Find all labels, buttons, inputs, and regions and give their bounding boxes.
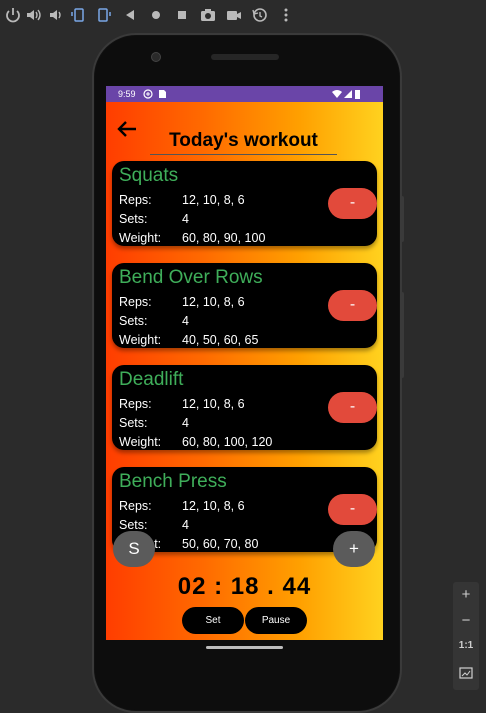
- reps-label: Reps:: [119, 295, 152, 309]
- exercise-card: Deadlift Reps: 12, 10, 8, 6 Sets: 4 Weight…: [112, 365, 377, 450]
- more-icon[interactable]: [277, 6, 295, 24]
- sd-card-icon: [157, 89, 167, 99]
- weight-value: 60, 80, 90, 100: [182, 231, 266, 245]
- video-icon[interactable]: [225, 6, 243, 24]
- s-fab-button[interactable]: S: [113, 531, 155, 567]
- reps-label: Reps:: [119, 499, 152, 513]
- weight-value: 60, 80, 100, 120: [182, 435, 273, 449]
- exercise-name: Bend Over Rows: [119, 267, 263, 288]
- back-icon[interactable]: [121, 6, 139, 24]
- sets-label: Sets:: [119, 416, 148, 430]
- sets-value: 4: [182, 416, 189, 430]
- volume-up-icon[interactable]: [25, 6, 43, 24]
- reps-row: Reps: 12, 10, 8, 6: [119, 397, 245, 411]
- zoom-out-button[interactable]: −: [453, 612, 479, 629]
- zoom-actual-size-button[interactable]: 1:1: [453, 640, 479, 651]
- status-time: 9:59: [118, 89, 136, 99]
- reps-label: Reps:: [119, 397, 152, 411]
- zoom-in-button[interactable]: +: [453, 586, 479, 603]
- sets-row: Sets: 4: [119, 518, 189, 532]
- phone-side-button: [400, 292, 404, 378]
- front-camera: [151, 52, 161, 62]
- gesture-nav-bar[interactable]: [206, 646, 283, 649]
- weight-label: Weight:: [119, 333, 162, 347]
- weight-label: Weight:: [119, 435, 162, 449]
- app-bar: Today's workout: [106, 102, 383, 155]
- home-icon[interactable]: [147, 6, 165, 24]
- signal-icon: [343, 89, 353, 99]
- power-icon[interactable]: [4, 6, 22, 24]
- app-notification-icon: [143, 89, 153, 99]
- arrow-back-icon[interactable]: [116, 118, 138, 140]
- workout-timer: 02 : 18 . 44: [177, 573, 312, 600]
- remove-exercise-button[interactable]: -: [328, 392, 377, 423]
- reps-value: 12, 10, 8, 6: [182, 295, 245, 309]
- rotate-right-icon[interactable]: [94, 6, 112, 24]
- phone-side-button: [400, 196, 404, 242]
- weight-row: Weight: 60, 80, 100, 120: [119, 435, 272, 449]
- status-bar: 9:59: [106, 86, 383, 102]
- weight-row: Weight: 60, 80, 90, 100: [119, 231, 265, 245]
- sets-row: Sets: 4: [119, 314, 189, 328]
- weight-value: 50, 60, 70, 80: [182, 537, 259, 551]
- weight-value: 40, 50, 60, 65: [182, 333, 259, 347]
- earpiece-speaker: [211, 54, 279, 60]
- exercise-name: Bench Press: [119, 471, 227, 492]
- reps-label: Reps:: [119, 193, 152, 207]
- sets-value: 4: [182, 314, 189, 328]
- exercise-name: Deadlift: [119, 369, 184, 390]
- replay-icon[interactable]: [251, 6, 269, 24]
- reps-row: Reps: 12, 10, 8, 6: [119, 295, 245, 309]
- add-exercise-fab[interactable]: +: [333, 531, 375, 567]
- exercise-name: Squats: [119, 165, 179, 186]
- reps-value: 12, 10, 8, 6: [182, 499, 245, 513]
- zoom-panel: + − 1:1: [453, 582, 479, 690]
- sets-value: 4: [182, 212, 189, 226]
- remove-exercise-button[interactable]: -: [328, 188, 377, 219]
- weight-label: Weight:: [119, 231, 162, 245]
- sets-row: Sets: 4: [119, 212, 189, 226]
- rotate-left-icon[interactable]: [70, 6, 88, 24]
- reps-row: Reps: 12, 10, 8, 6: [119, 499, 245, 513]
- overview-icon[interactable]: [173, 6, 191, 24]
- pause-button[interactable]: Pause: [245, 607, 307, 634]
- set-button[interactable]: Set: [182, 607, 244, 634]
- weight-row: Weight: 40, 50, 60, 65: [119, 333, 258, 347]
- page-title: Today's workout: [150, 130, 337, 155]
- sets-label: Sets:: [119, 518, 148, 532]
- sets-label: Sets:: [119, 212, 148, 226]
- volume-down-icon[interactable]: [47, 6, 65, 24]
- remove-exercise-button[interactable]: -: [328, 290, 377, 321]
- camera-icon[interactable]: [199, 6, 217, 24]
- reps-value: 12, 10, 8, 6: [182, 397, 245, 411]
- app-screen: 9:59 Today's workout Squats Reps: 12, 10,…: [106, 86, 383, 640]
- exercise-card: Bend Over Rows Reps: 12, 10, 8, 6 Sets: 4 …: [112, 263, 377, 348]
- wifi-icon: [332, 89, 342, 99]
- zoom-fit-icon[interactable]: [453, 666, 479, 684]
- remove-exercise-button[interactable]: -: [328, 494, 377, 525]
- sets-row: Sets: 4: [119, 416, 189, 430]
- exercise-card: Squats Reps: 12, 10, 8, 6 Sets: 4 Weight: 6…: [112, 161, 377, 246]
- sets-label: Sets:: [119, 314, 148, 328]
- emulator-toolbar: [0, 0, 486, 30]
- reps-row: Reps: 12, 10, 8, 6: [119, 193, 245, 207]
- reps-value: 12, 10, 8, 6: [182, 193, 245, 207]
- battery-icon: [354, 89, 361, 99]
- sets-value: 4: [182, 518, 189, 532]
